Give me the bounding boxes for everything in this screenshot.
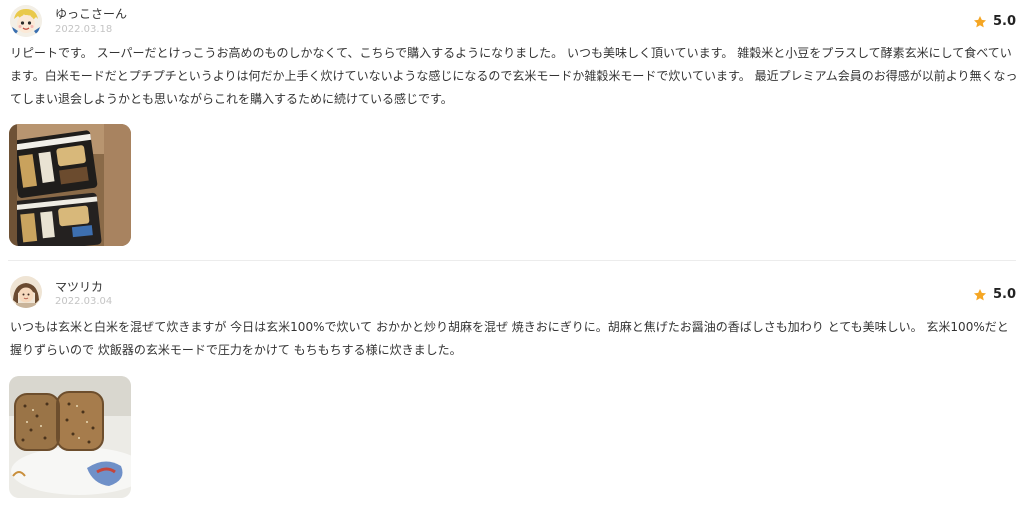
review-item: マツリカ 2022.03.04 5.0 いつもは玄米と白米を混ぜて炊きますが 今… xyxy=(0,272,1024,511)
username[interactable]: マツリカ xyxy=(55,278,103,295)
review-date: 2022.03.04 xyxy=(55,296,113,307)
rating-value: 5.0 xyxy=(992,287,1016,302)
rating: 5.0 xyxy=(973,287,1016,302)
star-icon xyxy=(973,288,986,300)
rice-package-photo-icon xyxy=(9,124,131,246)
review-text: いつもは玄米と白米を混ぜて炊きますが 今日は玄米100%で炊いて おかかと炒り胡… xyxy=(10,320,1009,357)
review-photo[interactable] xyxy=(9,124,131,246)
review-date: 2022.03.18 xyxy=(55,24,113,35)
review-photo[interactable] xyxy=(9,376,131,498)
review-divider xyxy=(8,260,1016,261)
star-icon xyxy=(973,15,986,27)
username[interactable]: ゆっこさーん xyxy=(55,5,127,22)
review-text: リピートです。 スーパーだとけっこうお高めのものしかなくて、こちらで購入するよう… xyxy=(10,46,1018,106)
person-avatar-icon xyxy=(10,276,42,308)
user-avatar[interactable] xyxy=(10,5,42,37)
rating-value: 5.0 xyxy=(992,14,1016,29)
grilled-rice-ball-photo-icon xyxy=(9,376,131,498)
cartoon-character-avatar-icon xyxy=(10,5,42,37)
user-avatar[interactable] xyxy=(10,276,42,308)
review-item: ゆっこさーん 2022.03.18 5.0 リピートです。 スーパーだとけっこう… xyxy=(0,0,1024,261)
rating: 5.0 xyxy=(973,14,1016,29)
